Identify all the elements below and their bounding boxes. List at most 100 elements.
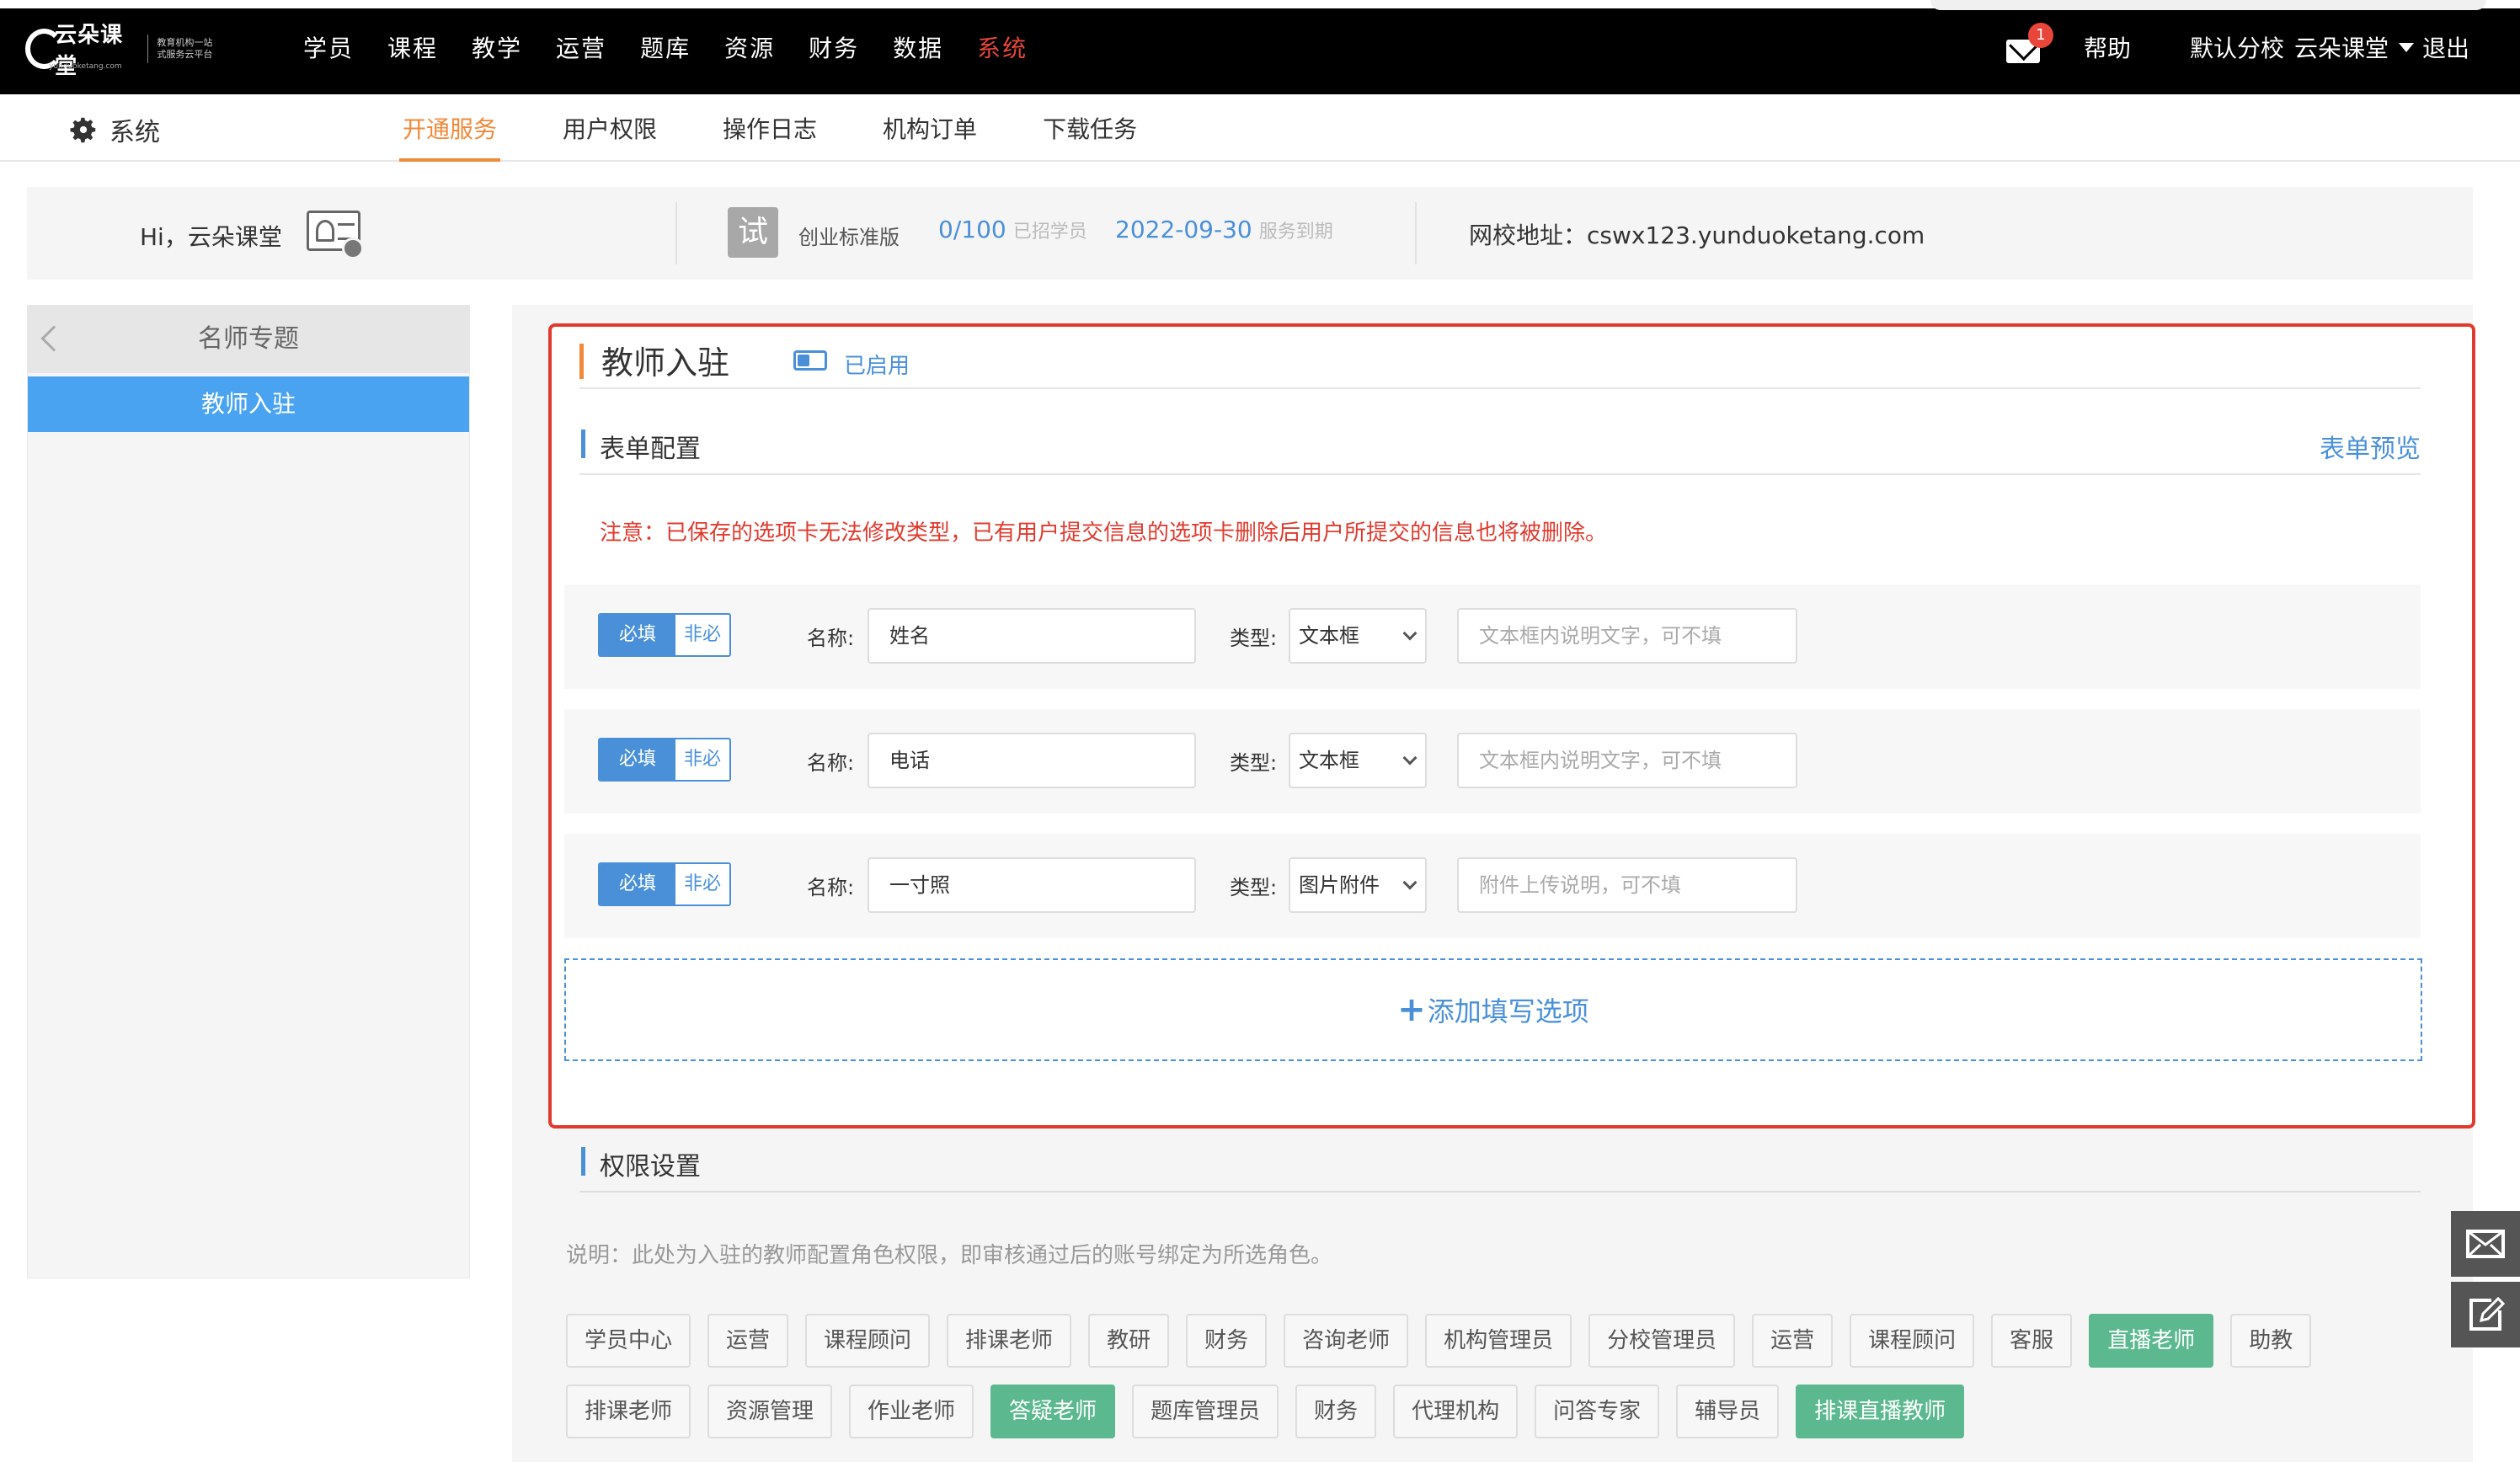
- role-tag[interactable]: 财务: [1186, 1314, 1268, 1368]
- required-option[interactable]: 必填: [600, 739, 675, 780]
- tab-item[interactable]: 用户权限: [559, 94, 660, 162]
- permission-header: 权限设置: [579, 1139, 2421, 1193]
- add-option-label: 添加填写选项: [1427, 995, 1589, 1027]
- field-hint-input[interactable]: 文本框内说明文字，可不填: [1457, 608, 1797, 664]
- warning-notice: 注意：已保存的选项卡无法修改类型，已有用户提交信息的选项卡删除后用户所提交的信息…: [600, 520, 1608, 546]
- add-option-button[interactable]: +添加填写选项: [564, 958, 2422, 1061]
- caret-down-icon[interactable]: [2398, 42, 2414, 52]
- edition-label: 创业标准版: [798, 226, 900, 249]
- chevron-down-icon: [1402, 750, 1418, 766]
- help-link[interactable]: 帮助: [2084, 30, 2131, 64]
- role-tag[interactable]: 排课直播教师: [1796, 1385, 1965, 1438]
- nav-item[interactable]: 课程: [387, 30, 438, 64]
- role-tag[interactable]: 问答专家: [1535, 1385, 1660, 1438]
- role-tag[interactable]: 分校管理员: [1588, 1314, 1736, 1368]
- trial-badge: 试: [728, 207, 778, 258]
- required-toggle[interactable]: 必填非必填: [598, 613, 731, 657]
- role-tag[interactable]: 财务: [1295, 1385, 1377, 1438]
- optional-option[interactable]: 非必填: [675, 864, 729, 904]
- verified-check-icon: [342, 237, 364, 259]
- sidebar-header: 名师专题: [28, 306, 469, 373]
- service-expiry: 2022-09-30 服务到期: [1115, 216, 1333, 243]
- nav-item[interactable]: 财务: [809, 30, 859, 64]
- form-preview-link[interactable]: 表单预览: [2320, 428, 2421, 465]
- message-icon: [2466, 1230, 2505, 1258]
- user-menu[interactable]: 云朵课堂: [2294, 30, 2389, 64]
- role-tag[interactable]: 客服: [1991, 1314, 2073, 1368]
- nav-item[interactable]: 资源: [724, 30, 775, 64]
- toggle-icon[interactable]: [793, 350, 827, 371]
- tab-item[interactable]: 下载任务: [1039, 94, 1140, 162]
- role-tag[interactable]: 代理机构: [1393, 1385, 1519, 1438]
- field-name-input[interactable]: 一寸照: [868, 857, 1196, 913]
- nav-item[interactable]: 系统: [977, 30, 1028, 64]
- tab-item[interactable]: 操作日志: [719, 94, 820, 162]
- nav-item[interactable]: 数据: [893, 30, 943, 64]
- nav-item[interactable]: 教学: [472, 30, 522, 64]
- form-config-title: 表单配置: [600, 435, 701, 464]
- field-type-select[interactable]: 图片附件: [1289, 857, 1427, 913]
- top-navbar: 云朵课堂 教育机构一站式服务云平台 yunduoketang.com 学员 课程教…: [0, 0, 2520, 94]
- divider: [675, 202, 677, 264]
- role-tag[interactable]: 作业老师: [849, 1385, 974, 1438]
- form-field-row: 必填非必填 名称: 一寸照 类型: 图片附件 附件上传说明，可不填: [564, 834, 2421, 938]
- field-type-select[interactable]: 文本框: [1289, 733, 1427, 788]
- nav-item[interactable]: 题库: [640, 30, 691, 64]
- sidebar-item-teacher-join[interactable]: 教师入驻: [28, 376, 469, 432]
- role-tag[interactable]: 课程顾问: [805, 1314, 931, 1368]
- field-name-input[interactable]: 电话: [868, 733, 1196, 788]
- message-float-button[interactable]: [2451, 1211, 2520, 1277]
- required-toggle[interactable]: 必填非必填: [598, 862, 731, 906]
- status-toggle-label[interactable]: 已启用: [844, 349, 910, 380]
- role-tag[interactable]: 运营: [707, 1314, 789, 1368]
- sub-navbar: 系统 开通服务 用户权限 操作日志 机构订单 下载任务: [0, 94, 2520, 162]
- required-toggle[interactable]: 必填非必填: [598, 738, 731, 782]
- role-tag[interactable]: 学员中心: [566, 1314, 691, 1368]
- permission-title: 权限设置: [600, 1152, 701, 1182]
- logout-link[interactable]: 退出: [2422, 30, 2469, 64]
- role-tag[interactable]: 机构管理员: [1425, 1314, 1572, 1368]
- field-type-select[interactable]: 文本框: [1289, 608, 1427, 664]
- field-type-label: 类型:: [1230, 627, 1278, 650]
- tab-item[interactable]: 机构订单: [879, 94, 980, 162]
- logo-slogan: 教育机构一站式服务云平台: [157, 37, 213, 60]
- role-tag[interactable]: 排课老师: [947, 1314, 1072, 1368]
- school-url: 网校地址：cswx123.yunduoketang.com: [1469, 221, 1925, 249]
- top-right-actions: 1 帮助 默认分校 云朵课堂 退出: [2005, 0, 2469, 94]
- nav-item[interactable]: 运营: [556, 30, 606, 64]
- field-type-label: 类型:: [1230, 876, 1278, 899]
- edit-icon: [2469, 1296, 2505, 1331]
- field-type-value: 文本框: [1299, 624, 1359, 648]
- field-name-input[interactable]: 姓名: [868, 608, 1196, 664]
- field-name-label: 名称:: [807, 751, 855, 775]
- branch-label: 默认分校: [2189, 35, 2284, 62]
- main-nav: 学员 课程 教学 运营 题库 资源 财务 数据 系统: [303, 0, 1061, 94]
- role-tag[interactable]: 答疑老师: [990, 1385, 1116, 1438]
- field-hint-input[interactable]: 文本框内说明文字，可不填: [1457, 733, 1797, 788]
- nav-item[interactable]: 学员: [303, 30, 354, 64]
- role-tag[interactable]: 资源管理: [707, 1385, 833, 1438]
- page-title: 教师入驻: [601, 344, 730, 382]
- permission-note: 说明：此处为入驻的教师配置角色权限，即审核通过后的账号绑定为所选角色。: [566, 1243, 1333, 1268]
- form-field-row: 必填非必填 名称: 姓名 类型: 文本框 文本框内说明文字，可不填: [564, 584, 2421, 689]
- role-tag[interactable]: 排课老师: [566, 1385, 691, 1438]
- role-tag[interactable]: 题库管理员: [1132, 1385, 1279, 1438]
- role-tag[interactable]: 直播老师: [2089, 1314, 2214, 1368]
- optional-option[interactable]: 非必填: [675, 615, 729, 655]
- tab-item[interactable]: 开通服务: [399, 94, 501, 162]
- edit-float-button[interactable]: [2451, 1282, 2520, 1347]
- back-chevron-icon[interactable]: [40, 325, 67, 352]
- field-hint-input[interactable]: 附件上传说明，可不填: [1457, 857, 1797, 913]
- role-tag[interactable]: 教研: [1088, 1314, 1170, 1368]
- role-tag[interactable]: 助教: [2230, 1314, 2312, 1368]
- role-tag[interactable]: 课程顾问: [1850, 1314, 1975, 1368]
- role-tag[interactable]: 运营: [1752, 1314, 1834, 1368]
- role-tags-row-1: 学员中心 运营 课程顾问 排课老师 教研 财务 咨询老师 机构管理员 分校管理员 运营 课程顾问 客服…: [566, 1314, 2503, 1368]
- required-option[interactable]: 必填: [600, 864, 675, 904]
- role-tag[interactable]: 辅导员: [1676, 1385, 1780, 1438]
- optional-option[interactable]: 非必填: [675, 739, 729, 780]
- required-option[interactable]: 必填: [600, 615, 675, 655]
- logo[interactable]: 云朵课堂 教育机构一站式服务云平台 yunduoketang.com: [25, 23, 219, 79]
- role-tag[interactable]: 咨询老师: [1284, 1314, 1409, 1368]
- mail-button[interactable]: 1: [2005, 23, 2053, 63]
